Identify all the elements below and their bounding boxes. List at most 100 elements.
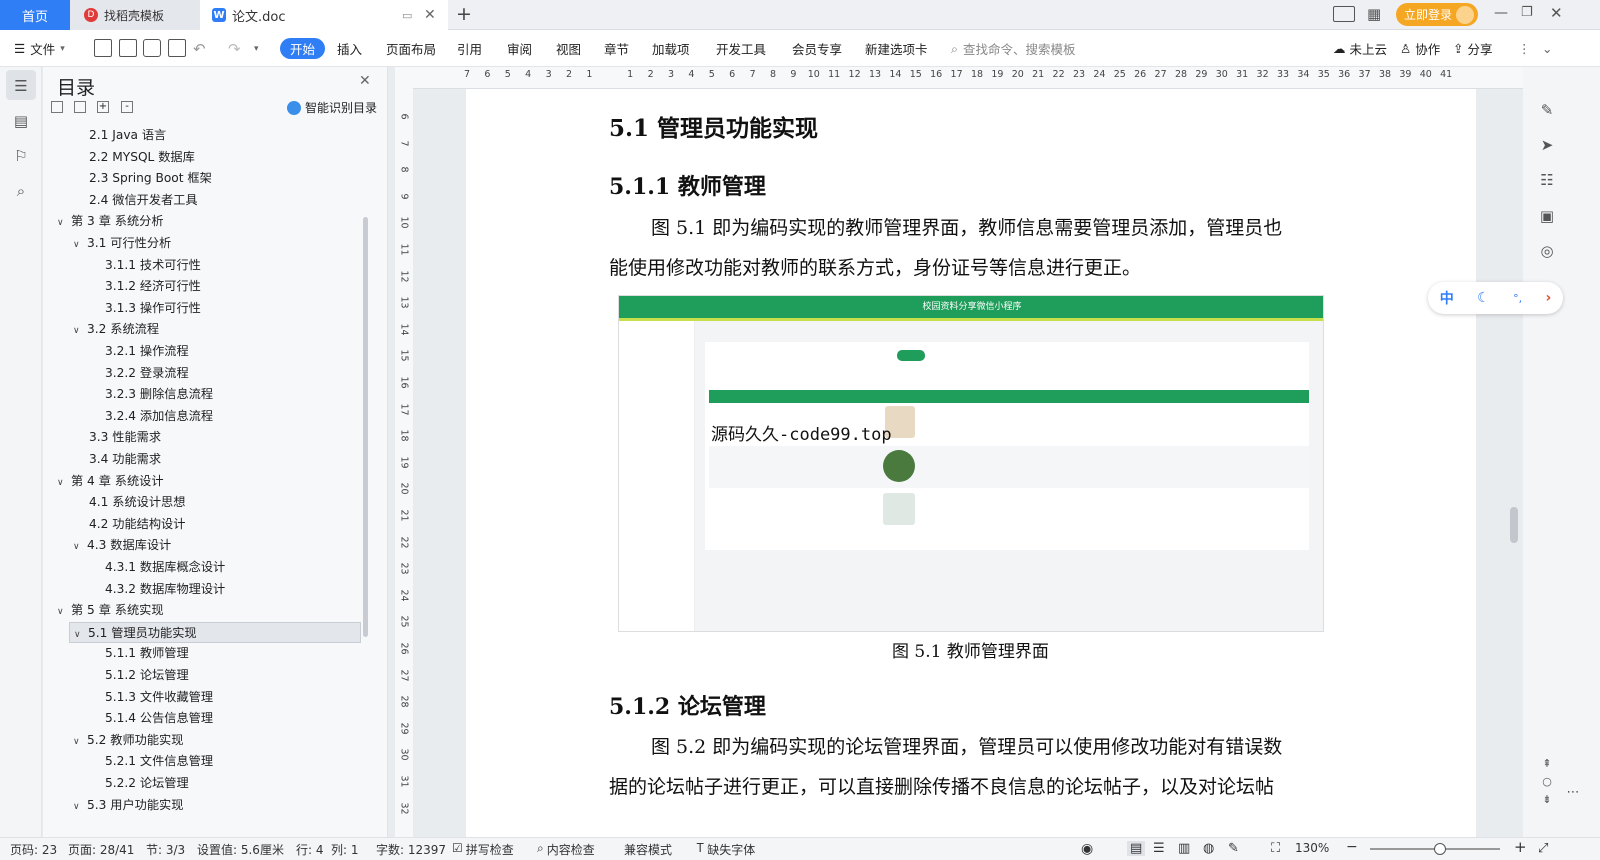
print-icon[interactable] (143, 39, 161, 57)
chevron-down-icon[interactable]: ∨ (57, 473, 71, 494)
toc-item[interactable]: ∨ 3.2 系统流程 (73, 319, 159, 340)
toc-item[interactable]: 5.2.2 论坛管理 (105, 773, 189, 794)
fullscreen-icon[interactable]: ⤢ (1538, 841, 1548, 856)
zoom-slider-handle[interactable] (1434, 843, 1446, 855)
chevron-down-icon[interactable]: ∨ (73, 321, 87, 342)
tab-document[interactable]: W 论文.doc ▭ ✕ (200, 0, 448, 30)
chevron-down-icon[interactable]: ∨ (73, 537, 87, 558)
expand-all-icon[interactable] (74, 101, 86, 113)
minimize-icon[interactable]: — (1494, 5, 1508, 21)
toc-item[interactable]: 3.2.2 登录流程 (105, 363, 189, 384)
collapse-all-icon[interactable] (51, 101, 63, 113)
toc-item[interactable]: 5.1.4 公告信息管理 (105, 708, 213, 729)
file-menu[interactable]: ☰ 文件 ▾ (14, 30, 65, 67)
more-options-icon[interactable]: ⋯ (1563, 785, 1583, 805)
apps-grid-icon[interactable]: ▦ (1367, 5, 1381, 23)
toc-item[interactable]: ∨ 4.3 数据库设计 (73, 535, 171, 556)
print-preview-icon[interactable] (168, 39, 186, 57)
tab-home[interactable]: 首页 (0, 0, 70, 30)
eye-protect-icon[interactable]: ◉ (1081, 841, 1093, 857)
figure-teacher-management[interactable]: 校园资料分享微信小程序 源码久久-code99.top (618, 295, 1324, 632)
smart-toc-button[interactable]: 智能识别目录 (287, 99, 377, 116)
fit-page-icon[interactable]: ⛶ (1271, 841, 1280, 856)
prev-page-icon[interactable]: ⇞ (1537, 757, 1557, 777)
web-view-icon[interactable]: ◍ (1203, 841, 1214, 856)
ribbon-tab-developer[interactable]: 开发工具 (716, 30, 766, 67)
toc-item[interactable]: ∨ 第 4 章 系统设计 (57, 471, 164, 492)
toc-item[interactable]: 2.4 微信开发者工具 (89, 190, 198, 211)
ribbon-tab-addins[interactable]: 加载项 (652, 30, 690, 67)
toc-item[interactable]: 2.3 Spring Boot 框架 (89, 168, 212, 189)
chevron-down-icon[interactable]: ∨ (73, 797, 87, 818)
ime-float-bar[interactable]: 中 ☾ °, › (1428, 282, 1563, 314)
toc-icon[interactable]: ☰ (12, 77, 30, 95)
toc-item[interactable]: 4.3.2 数据库物理设计 (105, 579, 225, 600)
toc-item[interactable]: 2.1 Java 语言 (89, 125, 166, 146)
pointer-icon[interactable]: ➤ (1537, 136, 1557, 156)
toc-item[interactable]: ∨ 第 3 章 系统分析 (57, 211, 164, 232)
cloud-status[interactable]: ☁ 未上云 (1333, 30, 1387, 67)
toc-item[interactable]: 4.3.1 数据库概念设计 (105, 557, 225, 578)
ribbon-tab-new[interactable]: 新建选项卡 (865, 30, 928, 67)
toc-item[interactable]: 3.3 性能需求 (89, 427, 161, 448)
add-heading-icon[interactable]: + (97, 101, 109, 113)
toc-item[interactable]: 5.1.1 教师管理 (105, 643, 189, 664)
ribbon-tab-member[interactable]: 会员专享 (792, 30, 842, 67)
ribbon-tab-layout[interactable]: 页面布局 (386, 30, 436, 67)
document-page[interactable]: 5.1 管理员功能实现 5.1.1 教师管理 图 5.1 即为编码实现的教师管理… (466, 89, 1476, 837)
ribbon-tab-review[interactable]: 审阅 (507, 30, 532, 67)
chevron-down-icon[interactable]: ∨ (73, 732, 87, 753)
document-scrollbar[interactable] (1510, 507, 1518, 543)
page-view-icon[interactable]: ▤ (1127, 841, 1146, 856)
location-icon[interactable]: ◎ (1537, 242, 1557, 262)
command-search[interactable]: ⌕ 查找命令、搜索模板 (951, 30, 1076, 67)
new-tab-icon[interactable]: + (456, 3, 472, 25)
redo-icon[interactable]: ↷ (228, 30, 241, 67)
toc-item[interactable]: 4.1 系统设计思想 (89, 492, 185, 513)
ribbon-tab-view[interactable]: 视图 (556, 30, 581, 67)
collapse-ribbon-icon[interactable]: ⌄ (1542, 30, 1552, 67)
pen-mode-icon[interactable]: ✎ (1228, 841, 1239, 856)
chapter-nav-icon[interactable]: ▤ (12, 112, 30, 130)
chevron-down-icon[interactable]: ∨ (57, 213, 71, 234)
toc-item[interactable]: 3.2.1 操作流程 (105, 341, 189, 362)
login-button[interactable]: 立即登录 (1396, 3, 1478, 26)
toc-item[interactable]: ∨ 5.1 管理员功能实现 (69, 621, 361, 646)
toc-item[interactable]: ∨ 5.3 用户功能实现 (73, 795, 183, 816)
find-icon[interactable]: ⌕ (12, 182, 30, 200)
chevron-right-icon[interactable]: › (1545, 290, 1551, 306)
remove-heading-icon[interactable]: - (121, 101, 133, 113)
zoom-out-icon[interactable]: − (1346, 839, 1358, 855)
toc-item[interactable]: 3.1.2 经济可行性 (105, 276, 201, 297)
chevron-down-icon[interactable]: ∨ (74, 625, 88, 646)
content-check-button[interactable]: ⌕ 内容检查 (537, 841, 595, 858)
toc-item[interactable]: 4.2 功能结构设计 (89, 514, 185, 535)
toc-item[interactable]: ∨ 5.2 教师功能实现 (73, 730, 183, 751)
tab-template[interactable]: D 找稻壳模板 (70, 0, 200, 30)
close-window-icon[interactable]: ✕ (1550, 4, 1563, 22)
toc-item[interactable]: 2.2 MYSQL 数据库 (89, 147, 195, 168)
more-icon[interactable]: ⋮ (1518, 30, 1531, 67)
ribbon-tab-chapter[interactable]: 章节 (604, 30, 629, 67)
ribbon-tab-start[interactable]: 开始 (280, 38, 326, 59)
bookmark-icon[interactable]: ⚐ (12, 147, 30, 165)
zoom-in-icon[interactable]: + (1514, 838, 1527, 856)
share-button[interactable]: ⇪ 分享 (1453, 30, 1493, 67)
select-object-icon[interactable]: ○ (1537, 775, 1557, 795)
export-pdf-icon[interactable] (119, 39, 137, 57)
toc-item[interactable]: 3.2.3 删除信息流程 (105, 384, 213, 405)
toc-item[interactable]: 3.1.3 操作可行性 (105, 298, 201, 319)
chevron-down-icon[interactable]: ∨ (73, 235, 87, 256)
image-tool-icon[interactable]: ▣ (1537, 207, 1557, 227)
toc-item[interactable]: ∨ 3.1 可行性分析 (73, 233, 171, 254)
zoom-level[interactable]: 130% (1295, 841, 1329, 855)
toc-item[interactable]: 3.2.4 添加信息流程 (105, 406, 213, 427)
toc-item[interactable]: 3.1.1 技术可行性 (105, 255, 201, 276)
close-panel-icon[interactable]: ✕ (359, 73, 371, 89)
collab-button[interactable]: ♙ 协作 (1400, 30, 1440, 67)
outline-view-icon[interactable]: ☰ (1153, 841, 1165, 856)
quick-access-more-icon[interactable]: ▾ (254, 30, 259, 67)
save-icon[interactable] (94, 39, 112, 57)
layout-icon[interactable] (1333, 6, 1355, 22)
toc-item[interactable]: 5.1.2 论坛管理 (105, 665, 189, 686)
